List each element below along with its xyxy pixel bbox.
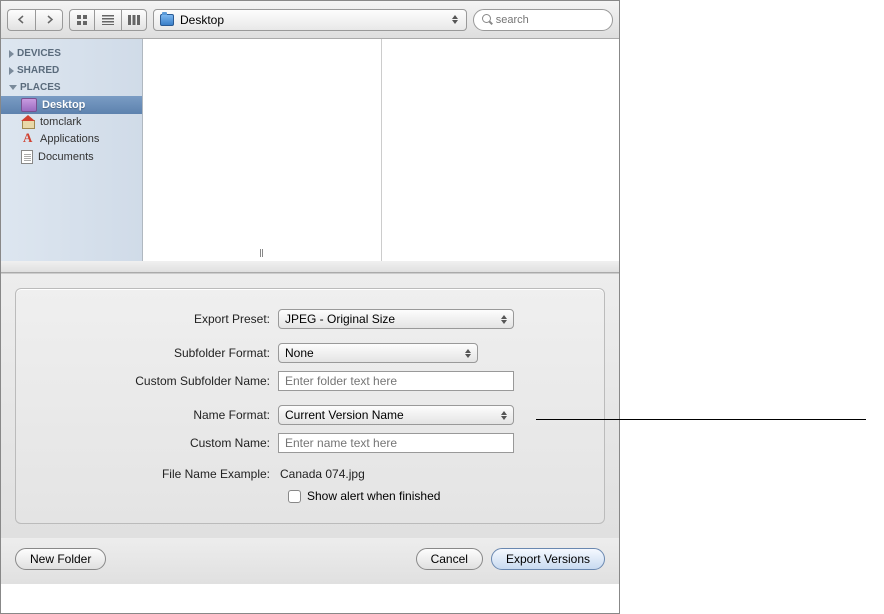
section-label: DEVICES: [17, 48, 61, 59]
back-button[interactable]: [7, 9, 35, 31]
disclosure-down-icon: [9, 85, 17, 90]
select-value: JPEG - Original Size: [285, 312, 395, 326]
select-value: Current Version Name: [285, 408, 404, 422]
disclosure-right-icon: [9, 50, 14, 58]
sidebar-item-label: Applications: [40, 133, 99, 145]
home-icon: [21, 116, 35, 128]
name-format-label: Name Format:: [36, 408, 278, 422]
export-preset-label: Export Preset:: [36, 312, 278, 326]
desktop-icon: [21, 98, 37, 112]
options-group: Export Preset: JPEG - Original Size Subf…: [15, 288, 605, 524]
export-preset-popup[interactable]: JPEG - Original Size: [278, 309, 514, 329]
popup-arrows-icon: [465, 349, 471, 358]
search-icon: [482, 14, 492, 25]
export-options-panel: Export Preset: JPEG - Original Size Subf…: [1, 273, 619, 538]
popup-arrows-icon: [501, 411, 507, 420]
show-alert-checkbox[interactable]: [288, 490, 301, 503]
custom-subfolder-input[interactable]: [278, 371, 514, 391]
sidebar-item-applications[interactable]: Applications: [1, 130, 142, 148]
applications-icon: [21, 132, 35, 146]
search-field[interactable]: [473, 9, 613, 31]
popup-arrows-icon: [501, 315, 507, 324]
sidebar-item-documents[interactable]: Documents: [1, 148, 142, 166]
toolbar: Desktop: [1, 1, 619, 39]
sidebar-item-label: Documents: [38, 151, 94, 163]
subfolder-format-label: Subfolder Format:: [36, 346, 278, 360]
column-pane[interactable]: [382, 39, 620, 261]
section-label: SHARED: [17, 65, 59, 76]
subfolder-format-popup[interactable]: None: [278, 343, 478, 363]
horizontal-scrollbar[interactable]: [1, 261, 619, 273]
column-browser: [143, 39, 619, 261]
sidebar-section-shared[interactable]: SHARED: [1, 62, 142, 79]
sidebar-item-desktop[interactable]: Desktop: [1, 96, 142, 114]
location-label: Desktop: [180, 13, 444, 27]
sidebar-item-home[interactable]: tomclark: [1, 114, 142, 130]
folder-icon: [160, 14, 174, 26]
custom-subfolder-label: Custom Subfolder Name:: [36, 374, 278, 388]
popup-arrows-icon: [450, 15, 460, 24]
location-popup[interactable]: Desktop: [153, 9, 467, 31]
documents-icon: [21, 150, 33, 164]
forward-button[interactable]: [35, 9, 63, 31]
sidebar-item-label: Desktop: [42, 99, 85, 111]
custom-name-label: Custom Name:: [36, 436, 278, 450]
sidebar-section-places[interactable]: PLACES: [1, 79, 142, 96]
dialog-button-bar: New Folder Cancel Export Versions: [1, 538, 619, 584]
view-mode-buttons: [69, 9, 147, 31]
filename-example-value: Canada 074.jpg: [278, 467, 365, 481]
callout-line: [536, 419, 866, 420]
disclosure-right-icon: [9, 67, 14, 75]
show-alert-label: Show alert when finished: [307, 489, 440, 503]
resize-handle-icon[interactable]: [257, 249, 267, 257]
column-pane[interactable]: [143, 39, 382, 261]
cancel-button[interactable]: Cancel: [416, 548, 483, 570]
section-label: PLACES: [20, 82, 61, 93]
name-format-popup[interactable]: Current Version Name: [278, 405, 514, 425]
export-dialog: Desktop DEVICES SHARED PLACES Deskt: [0, 0, 620, 614]
select-value: None: [285, 346, 314, 360]
column-view-button[interactable]: [121, 9, 147, 31]
sidebar-section-devices[interactable]: DEVICES: [1, 45, 142, 62]
sidebar: DEVICES SHARED PLACES Desktop tomclark A…: [1, 39, 143, 261]
browser-body: DEVICES SHARED PLACES Desktop tomclark A…: [1, 39, 619, 261]
sidebar-item-label: tomclark: [40, 116, 82, 128]
custom-name-input[interactable]: [278, 433, 514, 453]
list-view-button[interactable]: [95, 9, 121, 31]
export-versions-button[interactable]: Export Versions: [491, 548, 605, 570]
search-input[interactable]: [496, 14, 604, 26]
icon-view-button[interactable]: [69, 9, 95, 31]
nav-buttons: [7, 9, 63, 31]
new-folder-button[interactable]: New Folder: [15, 548, 106, 570]
filename-example-label: File Name Example:: [36, 467, 278, 481]
